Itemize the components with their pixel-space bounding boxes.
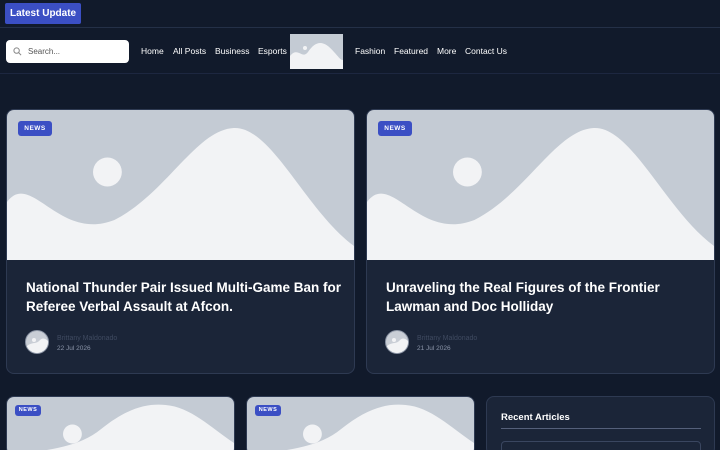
search-icon	[13, 47, 22, 56]
post-date: 22 Jul 2026	[57, 345, 91, 352]
top-bar: Latest Update	[0, 0, 720, 28]
author-name[interactable]: Brittany Maldonado	[417, 335, 477, 342]
recent-article-item[interactable]	[501, 441, 701, 450]
author-name[interactable]: Brittany Maldonado	[57, 335, 117, 342]
nav-item-featured[interactable]: Featured	[394, 46, 428, 56]
logo-placeholder-image	[290, 34, 343, 69]
nav-item-home[interactable]: Home	[141, 46, 164, 56]
card-image	[247, 397, 474, 450]
post-date: 21 Jul 2026	[417, 345, 451, 352]
featured-card[interactable]: NEWS Unraveling the Real Figures of the …	[366, 109, 715, 374]
card-image	[367, 110, 714, 260]
nav-item-business[interactable]: Business	[215, 46, 250, 56]
news-badge[interactable]: NEWS	[378, 121, 412, 136]
featured-card[interactable]: NEWS National Thunder Pair Issued Multi-…	[6, 109, 355, 374]
article-title[interactable]: National Thunder Pair Issued Multi-Game …	[26, 278, 346, 316]
nav-item-esports[interactable]: Esports	[258, 46, 287, 56]
nav-item-fashion[interactable]: Fashion	[355, 46, 385, 56]
nav-item-more[interactable]: More	[437, 46, 456, 56]
search-box[interactable]	[6, 40, 129, 63]
divider	[501, 428, 701, 429]
card-image	[7, 397, 234, 450]
site-logo[interactable]	[290, 34, 343, 69]
avatar	[385, 330, 409, 354]
news-badge[interactable]: NEWS	[255, 405, 281, 416]
avatar	[25, 330, 49, 354]
news-badge[interactable]: NEWS	[18, 121, 52, 136]
card-image	[7, 110, 354, 260]
news-badge[interactable]: NEWS	[15, 405, 41, 416]
recent-articles-heading: Recent Articles	[501, 412, 570, 423]
image-placeholder-icon	[7, 397, 234, 450]
image-placeholder-icon	[7, 110, 354, 260]
nav-item-all-posts[interactable]: All Posts	[173, 46, 206, 56]
image-placeholder-icon	[247, 397, 474, 450]
article-title[interactable]: Unraveling the Real Figures of the Front…	[386, 278, 706, 316]
latest-update-badge[interactable]: Latest Update	[5, 3, 82, 24]
search-input[interactable]	[28, 47, 123, 56]
article-card[interactable]: NEWS	[6, 396, 235, 450]
main-nav: Home All Posts Business Esports Fashion …	[0, 29, 720, 74]
recent-articles-panel: Recent Articles	[486, 396, 715, 450]
nav-item-contact-us[interactable]: Contact Us	[465, 46, 507, 56]
article-card[interactable]: NEWS	[246, 396, 475, 450]
image-placeholder-icon	[367, 110, 714, 260]
